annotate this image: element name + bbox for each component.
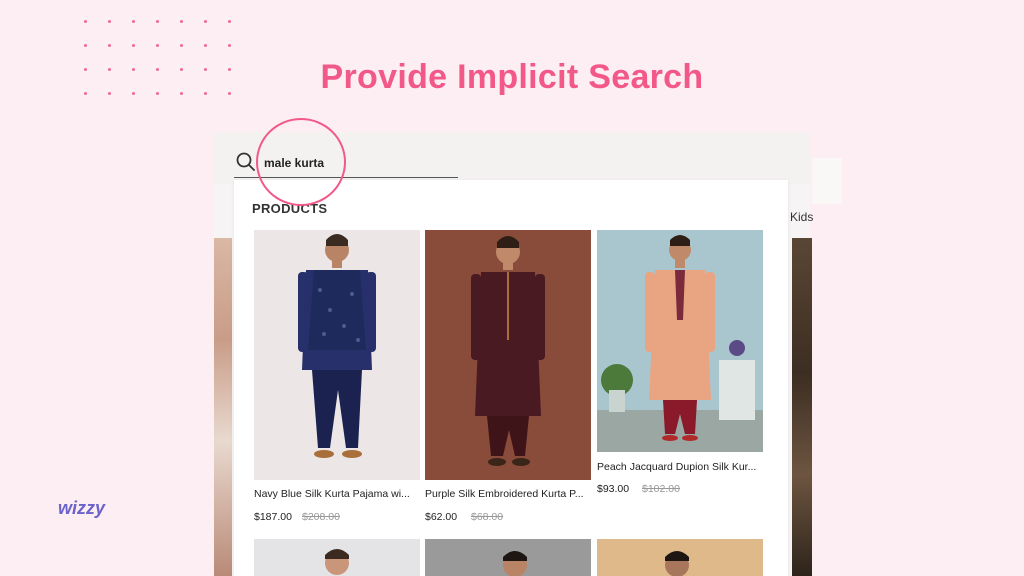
hero-image-right [792,238,812,576]
decorative-dot [204,44,207,47]
product-image[interactable] [425,539,591,576]
product-original-price: $68.00 [471,511,504,523]
product-image [425,230,591,480]
product-name[interactable]: Purple Silk Embroidered Kurta P... [425,488,591,500]
decorative-dot [180,20,183,23]
search-highlight-circle [256,118,346,206]
decorative-dot [180,44,183,47]
product-image [597,230,763,452]
product-card[interactable]: Purple Silk Embroidered Kurta P... $62.0… [425,230,591,526]
product-price: $93.00 [597,483,630,495]
product-price: $187.00 [254,511,292,523]
header-element [812,158,842,204]
search-icon[interactable] [236,152,256,172]
decorative-dot [84,44,87,47]
decorative-dot [108,44,111,47]
nav-item-kids[interactable]: Kids [790,210,813,224]
product-name[interactable]: Navy Blue Silk Kurta Pajama wi... [254,488,418,500]
decorative-dot [228,20,231,23]
decorative-dot [156,20,159,23]
decorative-dot [132,20,135,23]
product-image[interactable] [597,539,763,576]
decorative-dot [132,44,135,47]
product-card[interactable]: Peach Jacquard Dupion Silk Kur... $93.00… [597,230,763,500]
product-price: $62.00 [425,511,458,523]
wizzy-logo: wizzy [58,498,106,518]
decorative-dot [108,20,111,23]
product-card[interactable]: Navy Blue Silk Kurta Pajama wi... $187.0… [254,230,420,526]
product-image [254,230,420,480]
product-original-price: $102.00 [642,483,680,495]
decorative-dot [228,44,231,47]
product-image[interactable] [254,539,420,576]
decorative-dot [156,44,159,47]
decorative-dot [204,20,207,23]
page-headline: Provide Implicit Search [320,58,704,96]
hero-image-left [214,238,232,576]
product-original-price: $208.00 [302,511,340,523]
decorative-dot [84,20,87,23]
product-name[interactable]: Peach Jacquard Dupion Silk Kur... [597,461,763,473]
